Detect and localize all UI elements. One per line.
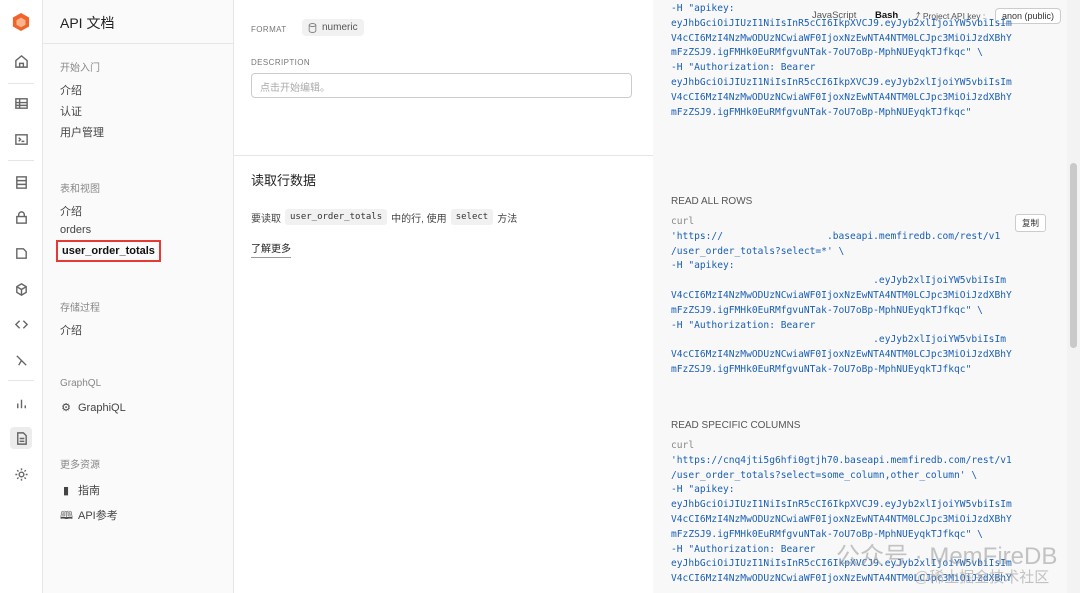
open-book-icon: 🕮 xyxy=(60,510,73,522)
code-icon[interactable] xyxy=(10,313,32,335)
settings-icon[interactable] xyxy=(10,463,32,485)
code-line: 'https:// .baseapi.memfiredb.com/rest/v1 xyxy=(671,230,1001,242)
read-all-rows-title: READ ALL ROWS xyxy=(671,196,753,207)
table-icon[interactable] xyxy=(10,92,32,114)
storage-icon[interactable] xyxy=(10,242,32,264)
rail-divider xyxy=(8,380,34,381)
format-value: numeric xyxy=(322,22,358,33)
description-textarea[interactable]: 点击开始编辑。 xyxy=(251,73,632,98)
code-line: eyJhbGciOiJIUzI1NiIsInR5cCI6IkpXVCJ9.eyJ… xyxy=(671,499,1012,511)
read-rows-sentence: 要读取 user_order_totals 中的行, 使用 select 方法 xyxy=(251,209,517,225)
code-line: /user_order_totals?select=*' \ xyxy=(671,245,845,257)
code-line: -H "apikey: xyxy=(671,260,735,272)
code-line: .eyJyb2xlIjoiYW5vbiIsIm xyxy=(671,275,1007,287)
database-small-icon xyxy=(308,22,317,33)
group-label-tables-views: 表和视图 xyxy=(60,184,100,195)
sidebar-title: API 文档 xyxy=(60,15,115,31)
code-line: mFzZSJ9.igFMHk0EuRMfgvuNTak-7oU7oBp-MphN… xyxy=(671,363,972,375)
icon-rail xyxy=(0,0,43,593)
sidebar-item-label: GraphiQL xyxy=(78,402,126,414)
sentence-part2: 中的行, 使用 xyxy=(391,213,447,225)
sidebar-item-procedures-intro[interactable]: 介绍 xyxy=(60,322,82,338)
group-label-stored-procedures: 存储过程 xyxy=(60,303,100,314)
code-line: 'https://cnq4jti5g6hfi0gtjh70.baseapi.me… xyxy=(671,454,1012,466)
code-line: .eyJyb2xlIjoiYW5vbiIsIm xyxy=(671,334,1007,346)
code-line: /user_order_totals?select=some_column,ot… xyxy=(671,469,978,481)
sidebar-item-guides[interactable]: ▮ 指南 xyxy=(60,482,100,498)
section-divider xyxy=(234,155,653,156)
sidebar-item-graphiql[interactable]: ⚙ GraphiQL xyxy=(60,401,126,414)
home-icon[interactable] xyxy=(10,50,32,72)
top-code-block: -H "apikey: eyJhbGciOiJIUzI1NiIsInR5cCI6I… xyxy=(671,2,1012,120)
docs-icon[interactable] xyxy=(10,427,32,449)
rail-divider xyxy=(8,160,34,161)
scrollbar-thumb[interactable] xyxy=(1070,163,1077,348)
format-label: FORMAT xyxy=(251,25,287,34)
group-label-more-resources: 更多资源 xyxy=(60,460,100,471)
code-line: -H "apikey: xyxy=(671,484,735,496)
cube-icon[interactable] xyxy=(10,278,32,300)
sidebar-item-orders[interactable]: orders xyxy=(60,224,91,236)
code-line: V4cCI6MzI4NzMwODUzNCwiaWF0IjoxNzEwNTA4NT… xyxy=(671,32,1012,44)
code-line: V4cCI6MzI4NzMwODUzNCwiaWF0IjoxNzEwNTA4NT… xyxy=(671,349,1012,361)
group-label-graphql: GraphQL xyxy=(60,378,102,389)
code-line: -H "Authorization: Bearer xyxy=(671,319,816,331)
code-line: V4cCI6MzI4NzMwODUzNCwiaWF0IjoxNzEwNTA4NT… xyxy=(671,289,1012,301)
sidebar-item-api-reference[interactable]: 🕮 API参考 xyxy=(60,507,118,526)
sidebar-item-label: 指南 xyxy=(78,485,100,497)
function-icon[interactable] xyxy=(10,349,32,371)
sentence-part1: 要读取 xyxy=(251,213,281,225)
sidebar-item-tables-intro[interactable]: 介绍 xyxy=(60,203,82,219)
code-line: V4cCI6MzI4NzMwODUzNCwiaWF0IjoxNzEwNTA4NT… xyxy=(671,91,1012,103)
code-line: -H "apikey: xyxy=(671,3,735,14)
reports-icon[interactable] xyxy=(10,392,32,414)
docs-sidebar: API 文档 开始入门 介绍 认证 用户管理 表和视图 介绍 orders us… xyxy=(43,0,234,593)
lock-icon[interactable] xyxy=(10,206,32,228)
learn-more-link[interactable]: 了解更多 xyxy=(251,240,291,258)
sidebar-divider xyxy=(43,43,234,44)
group-label-getting-started: 开始入门 xyxy=(60,63,100,74)
rail-divider xyxy=(8,83,34,84)
code-line: V4cCI6MzI4NzMwODUzNCwiaWF0IjoxNzEwNTA4NT… xyxy=(671,513,1012,525)
sidebar-item-user-management[interactable]: 用户管理 xyxy=(60,124,104,140)
code-line: eyJhbGciOiJIUzI1NiIsInR5cCI6IkpXVCJ9.eyJ… xyxy=(671,76,1012,88)
memfire-logo-icon[interactable] xyxy=(12,12,30,32)
code-line: mFzZSJ9.igFMHk0EuRMfgvuNTak-7oU7oBp-MphN… xyxy=(671,47,983,59)
table-name-code: user_order_totals xyxy=(285,209,388,225)
sidebar-item-label: API参考 xyxy=(78,510,118,522)
graphiql-gear-icon: ⚙ xyxy=(61,402,71,414)
sidebar-item-intro[interactable]: 介绍 xyxy=(60,82,82,98)
code-line: curl xyxy=(671,216,695,227)
format-badge: numeric xyxy=(302,19,364,36)
sentence-part3: 方法 xyxy=(497,213,518,225)
code-line: -H "Authorization: Bearer xyxy=(671,62,816,74)
doc-content: FORMAT numeric DESCRIPTION 点击开始编辑。 读取行数据… xyxy=(234,0,653,593)
section-title: 读取行数据 xyxy=(251,173,317,188)
read-specific-columns-title: READ SPECIFIC COLUMNS xyxy=(671,420,801,431)
vertical-scrollbar[interactable] xyxy=(1067,0,1080,593)
database-icon[interactable] xyxy=(10,171,32,193)
code-line: mFzZSJ9.igFMHk0EuRMfgvuNTak-7oU7oBp-MphN… xyxy=(671,304,983,316)
sidebar-item-user-order-totals[interactable]: user_order_totals xyxy=(56,240,161,262)
watermark-subtext: @稀土掘金技术社区 xyxy=(914,569,1050,586)
read-all-code-block: curl 'https:// .baseapi.memfiredb.com/res… xyxy=(671,215,1012,378)
terminal-icon[interactable] xyxy=(10,128,32,150)
code-line: mFzZSJ9.igFMHk0EuRMfgvuNTak-7oU7oBp-MphN… xyxy=(671,106,972,118)
book-icon: ▮ xyxy=(62,485,70,497)
sidebar-item-auth[interactable]: 认证 xyxy=(60,103,82,119)
select-method-code: select xyxy=(450,209,494,225)
code-panel: JavaScript Bash ⤴ Project API key : anon… xyxy=(653,0,1067,593)
description-label: DESCRIPTION xyxy=(251,58,311,67)
code-line: curl xyxy=(671,440,695,451)
copy-button[interactable]: 复制 xyxy=(1015,214,1047,232)
code-line: eyJhbGciOiJIUzI1NiIsInR5cCI6IkpXVCJ9.eyJ… xyxy=(671,17,1012,29)
